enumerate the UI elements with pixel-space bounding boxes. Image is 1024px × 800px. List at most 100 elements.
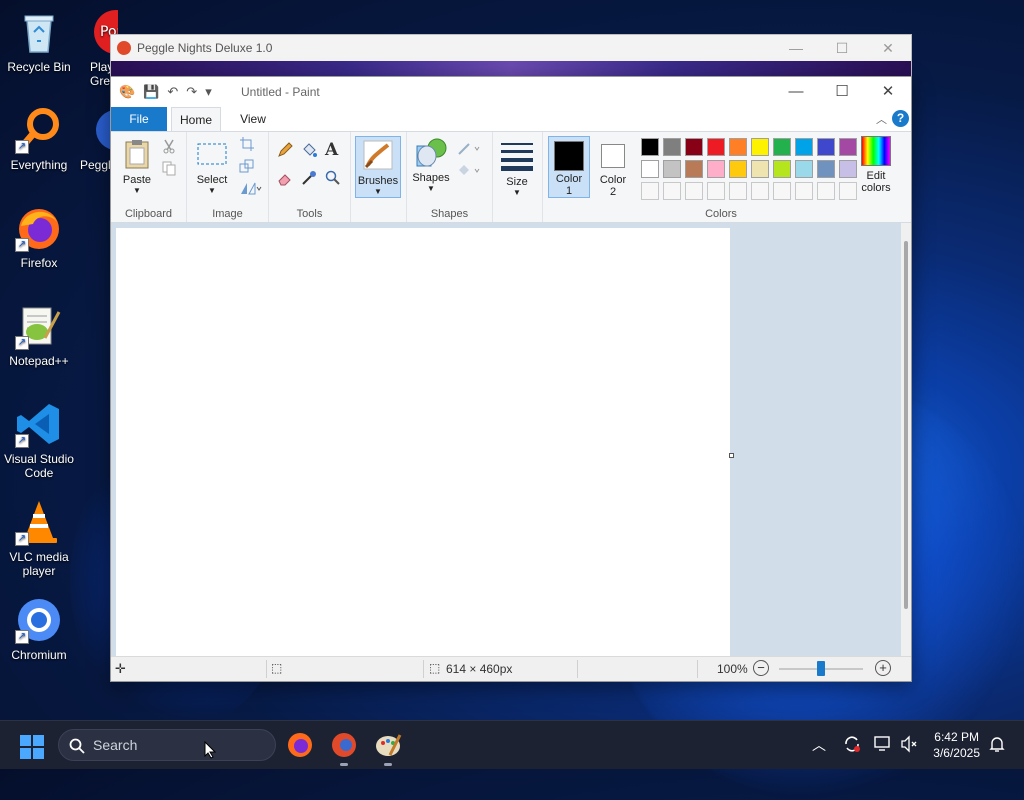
- drawing-canvas[interactable]: [116, 228, 730, 658]
- custom-color-swatch[interactable]: [751, 182, 769, 200]
- taskbar-paint[interactable]: [372, 729, 404, 766]
- network-icon[interactable]: [874, 735, 892, 758]
- paint-minimize-button[interactable]: —: [773, 77, 819, 107]
- notifications-bell-icon[interactable]: [988, 735, 1006, 758]
- sync-icon[interactable]: [842, 734, 862, 759]
- brushes-button[interactable]: Brushes ▼: [355, 136, 401, 198]
- pencil-icon[interactable]: [277, 142, 293, 158]
- magnifier-icon[interactable]: [325, 170, 341, 186]
- color-swatch[interactable]: [773, 138, 791, 156]
- zoom-slider-thumb[interactable]: [817, 661, 825, 676]
- color-swatch[interactable]: [641, 160, 659, 178]
- zoom-out-button[interactable]: −: [753, 660, 769, 676]
- color-swatch[interactable]: [707, 160, 725, 178]
- peggle-window-title: Peggle Nights Deluxe 1.0: [137, 41, 273, 55]
- paint-close-button[interactable]: ✕: [865, 77, 911, 107]
- cursor-position-icon: ✛: [115, 661, 126, 676]
- color2-button[interactable]: Color 2: [593, 136, 633, 198]
- undo-icon[interactable]: ↶: [167, 84, 178, 100]
- desktop-icon-recycle-bin[interactable]: Recycle Bin: [0, 8, 81, 74]
- custom-color-swatch[interactable]: [773, 182, 791, 200]
- size-button[interactable]: Size ▼: [497, 140, 537, 197]
- desktop-icon-notepadpp[interactable]: ↗ Notepad++: [0, 302, 81, 368]
- color-swatch[interactable]: [663, 138, 681, 156]
- redo-icon[interactable]: ↷: [186, 84, 197, 100]
- color-picker-icon[interactable]: [301, 170, 317, 186]
- paste-button[interactable]: Paste ▼: [117, 138, 157, 195]
- peggle-icon: [92, 106, 110, 154]
- group-label: Clipboard: [124, 208, 173, 220]
- chevron-down-icon: ▼: [374, 187, 382, 196]
- copy-icon[interactable]: [161, 160, 177, 176]
- clock-date: 3/6/2025: [933, 746, 980, 760]
- cut-icon[interactable]: [161, 138, 177, 154]
- scrollbar-thumb[interactable]: [904, 241, 908, 609]
- taskbar-firefox[interactable]: [284, 729, 316, 761]
- desktop-icon-vscode[interactable]: ↗ Visual Studio Code: [0, 400, 81, 480]
- paint-maximize-button[interactable]: ☐: [819, 77, 865, 107]
- resize-icon[interactable]: [239, 158, 255, 174]
- taskbar-clock[interactable]: 6:42 PM 3/6/2025: [933, 729, 980, 761]
- shapes-button[interactable]: Shapes ▼: [411, 136, 451, 193]
- taskbar-search[interactable]: Search: [58, 729, 276, 761]
- canvas-workspace: [111, 223, 901, 658]
- desktop-icon-peggle[interactable]: Peggl: [78, 106, 110, 172]
- vertical-scrollbar[interactable]: [901, 223, 911, 657]
- edit-colors-button[interactable]: Edit colors: [855, 136, 897, 194]
- custom-color-swatch[interactable]: [707, 182, 725, 200]
- color-swatch[interactable]: [729, 138, 747, 156]
- desktop-icon-vlc[interactable]: ↗ VLC media player: [0, 498, 81, 578]
- minimize-ribbon-icon[interactable]: ︿: [876, 111, 887, 127]
- color-swatch[interactable]: [795, 160, 813, 178]
- desktop-icon-everything[interactable]: ↗ Everything: [0, 106, 81, 172]
- paint-app-icon: 🎨: [119, 84, 136, 99]
- fill-bucket-icon[interactable]: [301, 142, 317, 158]
- color-swatch[interactable]: [707, 138, 725, 156]
- custom-color-swatch[interactable]: [663, 182, 681, 200]
- color-swatch[interactable]: [817, 160, 835, 178]
- peggle-minimize-button[interactable]: —: [773, 35, 819, 61]
- custom-color-swatch[interactable]: [795, 182, 813, 200]
- rotate-icon[interactable]: [239, 180, 263, 196]
- fill-icon[interactable]: [457, 162, 483, 178]
- shapes-label: Shapes: [412, 172, 450, 184]
- tab-view[interactable]: View: [231, 107, 275, 131]
- help-icon[interactable]: ?: [892, 110, 909, 127]
- text-tool-icon[interactable]: A: [325, 140, 341, 160]
- desktop-icon-chromium[interactable]: ↗ Chromium: [0, 596, 81, 662]
- tab-file[interactable]: File: [111, 107, 167, 131]
- color-swatch[interactable]: [817, 138, 835, 156]
- peggle-maximize-button[interactable]: ☐: [819, 35, 865, 61]
- color-swatch[interactable]: [641, 138, 659, 156]
- peggle-close-button[interactable]: ✕: [865, 35, 911, 61]
- color-swatch[interactable]: [795, 138, 813, 156]
- zoom-in-button[interactable]: +: [875, 660, 891, 676]
- color-swatch[interactable]: [751, 138, 769, 156]
- crop-icon[interactable]: [239, 136, 255, 152]
- color-swatch[interactable]: [685, 138, 703, 156]
- custom-color-swatch[interactable]: [641, 182, 659, 200]
- save-icon[interactable]: 💾: [143, 84, 159, 100]
- custom-color-swatch[interactable]: [729, 182, 747, 200]
- custom-color-swatch[interactable]: [817, 182, 835, 200]
- tab-home[interactable]: Home: [171, 107, 221, 131]
- customize-qat-icon[interactable]: ▾: [205, 84, 212, 100]
- select-button[interactable]: Select ▼: [193, 138, 231, 195]
- taskbar-peggle[interactable]: [328, 729, 360, 766]
- canvas-resize-handle-right[interactable]: [729, 453, 734, 458]
- outline-icon[interactable]: [457, 140, 483, 156]
- custom-color-swatch[interactable]: [685, 182, 703, 200]
- paint-window[interactable]: 🎨 💾 ↶ ↷ ▾ Untitled - Paint — ☐ ✕ File Ho…: [110, 76, 912, 682]
- color-swatch[interactable]: [751, 160, 769, 178]
- color-swatch[interactable]: [685, 160, 703, 178]
- color-swatch[interactable]: [729, 160, 747, 178]
- paint-titlebar[interactable]: 🎨 💾 ↶ ↷ ▾ Untitled - Paint — ☐ ✕: [111, 77, 911, 107]
- eraser-icon[interactable]: [277, 170, 293, 186]
- color-swatch[interactable]: [773, 160, 791, 178]
- windows-start-icon[interactable]: [20, 735, 44, 764]
- color1-button[interactable]: Color 1: [548, 136, 590, 198]
- color-swatch[interactable]: [663, 160, 681, 178]
- desktop-icon-firefox[interactable]: ↗ Firefox: [0, 204, 81, 270]
- volume-muted-icon[interactable]: [900, 735, 918, 758]
- show-hidden-icons-chevron[interactable]: ︿: [812, 735, 826, 755]
